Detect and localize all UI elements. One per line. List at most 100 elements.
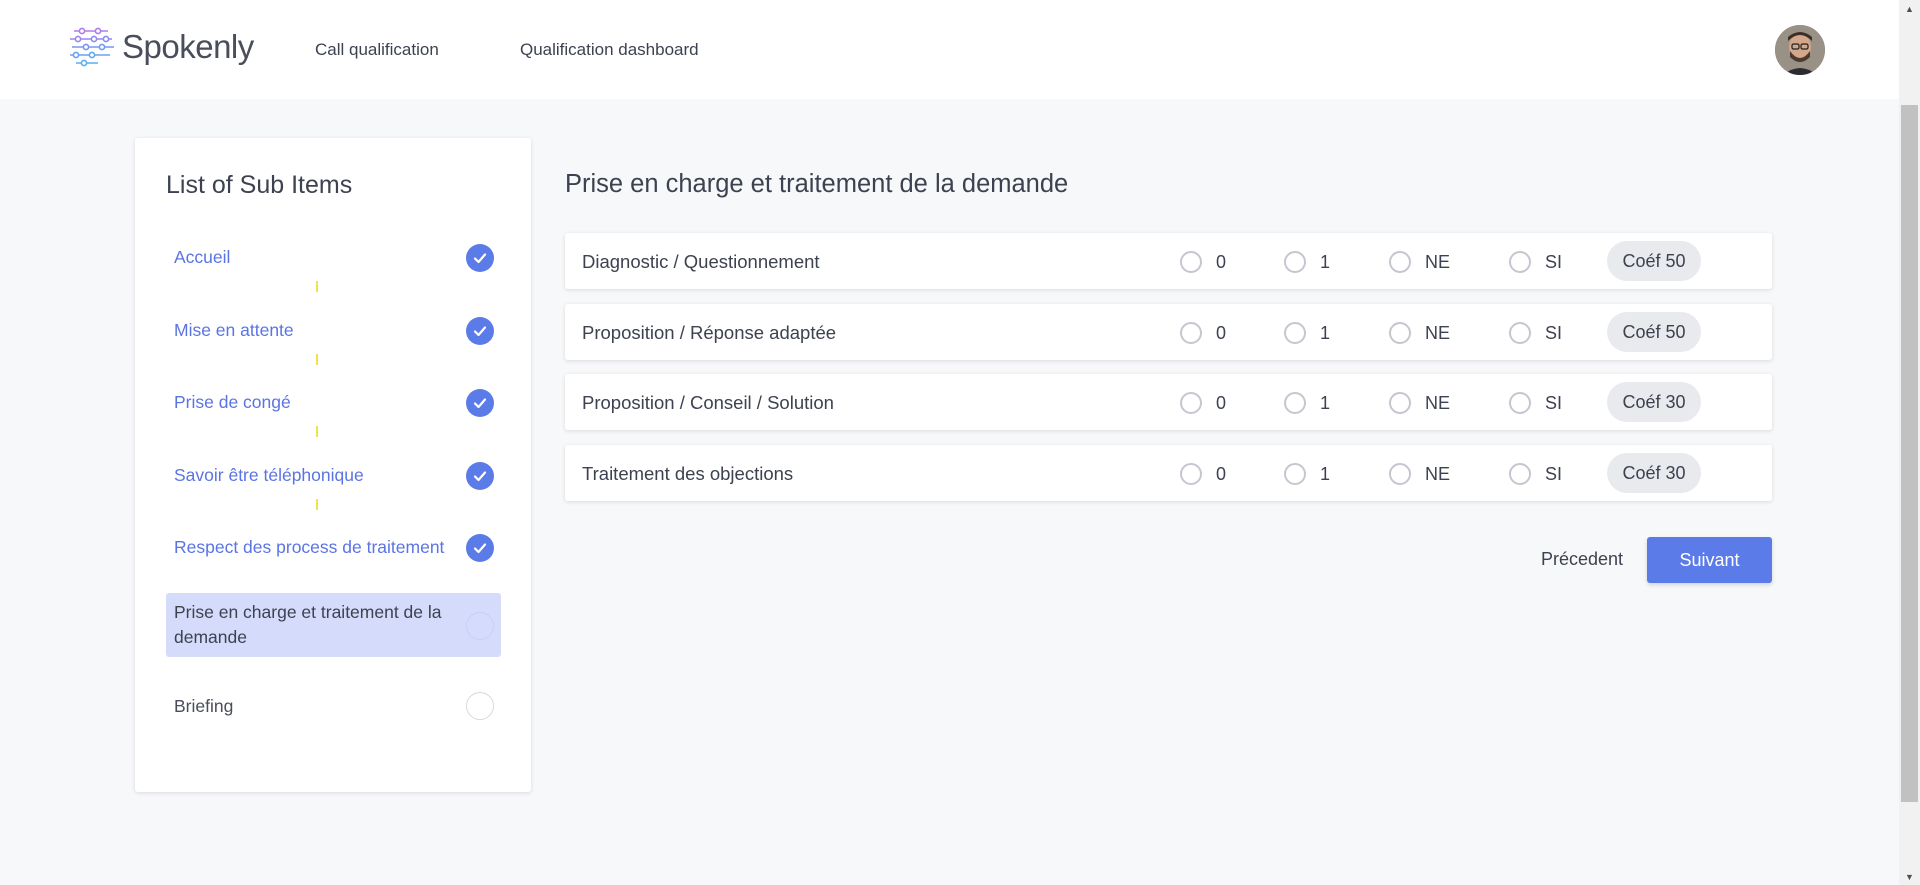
radio-button[interactable] bbox=[1180, 322, 1202, 344]
section-title: Prise en charge et traitement de la dema… bbox=[565, 170, 1069, 198]
radio-button[interactable] bbox=[1389, 322, 1411, 344]
sub-items-panel: List of Sub Items Accueil Mise en attent… bbox=[135, 138, 531, 792]
radio-button[interactable] bbox=[1180, 251, 1202, 273]
radio-button[interactable] bbox=[1509, 463, 1531, 485]
criteria-label: Proposition / Conseil / Solution bbox=[582, 392, 834, 413]
sub-item-briefing[interactable]: Briefing bbox=[166, 691, 501, 721]
check-circle-icon bbox=[466, 244, 494, 272]
radio-button[interactable] bbox=[1284, 251, 1306, 273]
option-label: NE bbox=[1425, 322, 1451, 343]
option-label: SI bbox=[1545, 322, 1563, 343]
radio-button[interactable] bbox=[1180, 392, 1202, 414]
option-label: 1 bbox=[1320, 251, 1331, 272]
radio-button[interactable] bbox=[1180, 463, 1202, 485]
radio-button[interactable] bbox=[1284, 463, 1306, 485]
option-label: NE bbox=[1425, 392, 1451, 413]
sub-item-accueil[interactable]: Accueil bbox=[166, 244, 501, 274]
avatar-portrait-icon bbox=[1775, 25, 1825, 75]
nav-call-qualification[interactable]: Call qualification bbox=[315, 40, 439, 60]
vertical-scrollbar[interactable]: ▲ ▼ bbox=[1899, 0, 1920, 885]
option-label: 0 bbox=[1216, 251, 1227, 272]
criteria-row: Proposition / Réponse adaptée 0 1 NE SI … bbox=[565, 304, 1772, 360]
option-label: SI bbox=[1545, 251, 1563, 272]
criteria-label: Diagnostic / Questionnement bbox=[582, 251, 820, 272]
radio-button[interactable] bbox=[1284, 392, 1306, 414]
option-label: SI bbox=[1545, 463, 1563, 484]
logo-mark-icon bbox=[70, 27, 114, 67]
option-label: 1 bbox=[1320, 463, 1331, 484]
sub-item-label: Savoir être téléphonique bbox=[174, 465, 364, 485]
criteria-row: Diagnostic / Questionnement 0 1 NE SI Co… bbox=[565, 233, 1772, 289]
check-circle-icon bbox=[466, 317, 494, 345]
radio-button[interactable] bbox=[1389, 463, 1411, 485]
criteria-row: Traitement des objections 0 1 NE SI Coéf… bbox=[565, 445, 1772, 501]
option-ne[interactable]: NE bbox=[1389, 391, 1450, 415]
scroll-thumb[interactable] bbox=[1901, 105, 1918, 802]
radio-button[interactable] bbox=[1509, 322, 1531, 344]
sub-item-label: Accueil bbox=[174, 247, 231, 267]
option-ne[interactable]: NE bbox=[1389, 321, 1450, 345]
scroll-down-arrow-icon[interactable]: ▼ bbox=[1899, 868, 1920, 885]
empty-circle-icon bbox=[466, 612, 494, 640]
sub-item-mise-en-attente[interactable]: Mise en attente bbox=[166, 317, 501, 347]
sidebar-title: List of Sub Items bbox=[166, 171, 353, 199]
coefficient-badge: Coéf 50 bbox=[1607, 241, 1701, 281]
option-label: 0 bbox=[1216, 463, 1227, 484]
empty-circle-icon bbox=[466, 692, 494, 720]
option-0[interactable]: 0 bbox=[1180, 250, 1226, 274]
coefficient-badge: Coéf 50 bbox=[1607, 312, 1701, 352]
criteria-label: Proposition / Réponse adaptée bbox=[582, 322, 837, 343]
option-label: 0 bbox=[1216, 322, 1227, 343]
option-si[interactable]: SI bbox=[1509, 462, 1562, 486]
option-label: NE bbox=[1425, 251, 1451, 272]
radio-button[interactable] bbox=[1509, 251, 1531, 273]
user-avatar[interactable] bbox=[1775, 25, 1825, 75]
option-label: 0 bbox=[1216, 392, 1227, 413]
sub-item-prise-de-conge[interactable]: Prise de congé bbox=[166, 389, 501, 419]
logo-text: Spokenly bbox=[122, 28, 254, 65]
step-connector bbox=[316, 426, 318, 437]
sub-item-label: Prise en charge et traitement de la dema… bbox=[174, 602, 442, 647]
option-label: NE bbox=[1425, 463, 1451, 484]
check-circle-icon bbox=[466, 462, 494, 490]
option-label: 1 bbox=[1320, 322, 1331, 343]
check-circle-icon bbox=[466, 534, 494, 562]
radio-button[interactable] bbox=[1284, 322, 1306, 344]
option-0[interactable]: 0 bbox=[1180, 462, 1226, 486]
option-si[interactable]: SI bbox=[1509, 391, 1562, 415]
previous-button[interactable]: Précedent bbox=[1541, 549, 1623, 570]
option-0[interactable]: 0 bbox=[1180, 321, 1226, 345]
step-connector bbox=[316, 281, 318, 292]
sub-item-prise-en-charge-active[interactable]: Prise en charge et traitement de la dema… bbox=[166, 593, 501, 657]
criteria-row: Proposition / Conseil / Solution 0 1 NE … bbox=[565, 374, 1772, 430]
option-si[interactable]: SI bbox=[1509, 250, 1562, 274]
option-1[interactable]: 1 bbox=[1284, 250, 1330, 274]
radio-button[interactable] bbox=[1389, 392, 1411, 414]
radio-button[interactable] bbox=[1509, 392, 1531, 414]
sub-item-savoir-etre[interactable]: Savoir être téléphonique bbox=[166, 462, 501, 492]
spokenly-logo[interactable]: Spokenly bbox=[68, 25, 254, 69]
option-1[interactable]: 1 bbox=[1284, 321, 1330, 345]
sub-item-respect-des-process[interactable]: Respect des process de traitement bbox=[166, 534, 501, 564]
step-connector bbox=[316, 354, 318, 365]
sub-item-label: Respect des process de traitement bbox=[174, 537, 445, 557]
option-ne[interactable]: NE bbox=[1389, 462, 1450, 486]
check-circle-icon bbox=[466, 389, 494, 417]
option-si[interactable]: SI bbox=[1509, 321, 1562, 345]
sub-item-label: Briefing bbox=[174, 696, 234, 716]
option-0[interactable]: 0 bbox=[1180, 391, 1226, 415]
scroll-up-arrow-icon[interactable]: ▲ bbox=[1899, 0, 1920, 17]
coefficient-badge: Coéf 30 bbox=[1607, 382, 1701, 422]
radio-button[interactable] bbox=[1389, 251, 1411, 273]
option-ne[interactable]: NE bbox=[1389, 250, 1450, 274]
sub-item-label: Mise en attente bbox=[174, 320, 294, 340]
coefficient-badge: Coéf 30 bbox=[1607, 453, 1701, 493]
next-button[interactable]: Suivant bbox=[1647, 537, 1772, 583]
criteria-label: Traitement des objections bbox=[582, 463, 794, 484]
nav-qualification-dashboard[interactable]: Qualification dashboard bbox=[520, 40, 699, 60]
option-1[interactable]: 1 bbox=[1284, 391, 1330, 415]
step-connector bbox=[316, 499, 318, 510]
option-label: SI bbox=[1545, 392, 1563, 413]
option-label: 1 bbox=[1320, 392, 1331, 413]
option-1[interactable]: 1 bbox=[1284, 462, 1330, 486]
